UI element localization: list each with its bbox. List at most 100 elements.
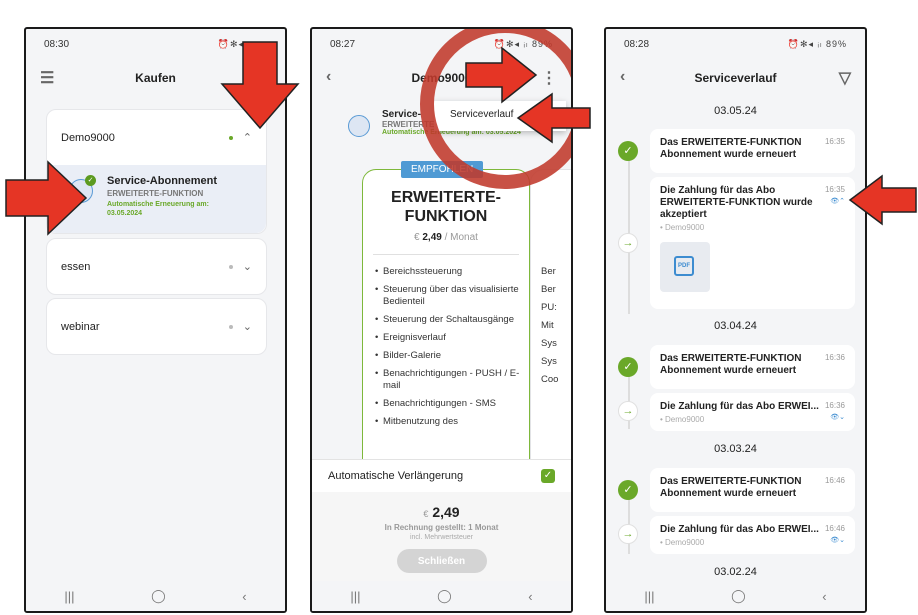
entry-time: 16:35	[824, 185, 845, 194]
plan-card[interactable]: EMPFOHLEN ERWEITERTE-FUNKTION € 2,49 / M…	[362, 161, 530, 489]
back-icon[interactable]: ‹	[822, 589, 826, 604]
subscription-title: Service-Abonnement	[107, 175, 218, 187]
feature-item: Ereignisverlauf	[375, 332, 521, 344]
feature-item: Bereichssteuerung	[375, 266, 521, 278]
group-header[interactable]: essen ⌄	[47, 239, 266, 294]
recent-apps-icon[interactable]: |||	[64, 589, 74, 604]
history-entry-expanded[interactable]: Die Zahlung für das Abo ERWEITERTE-FUNKT…	[650, 177, 855, 309]
divider	[373, 254, 519, 255]
recent-apps-icon[interactable]: |||	[350, 589, 360, 604]
pdf-attachment[interactable]: PDF	[660, 242, 710, 292]
date-separator: 03.04.24	[714, 320, 757, 332]
history-entry[interactable]: Das ERWEITERTE-FUNKTION Abonnement wurde…	[650, 345, 855, 389]
feature-item: Benachrichtigungen - PUSH / E-mail	[375, 368, 521, 392]
entry-text: Das ERWEITERTE-FUNKTION Abonnement wurde…	[660, 353, 802, 376]
recommended-badge: EMPFOHLEN	[401, 161, 484, 178]
history-entry[interactable]: Die Zahlung für das Abo ERWEI... 16:36 👁…	[650, 393, 855, 431]
back-icon[interactable]: ‹	[242, 589, 246, 604]
feature-item: Steuerung über das visualisierte Bedient…	[375, 284, 521, 308]
feature-list-secondary: Ber Ber PU: Mit Sys Sys Coo	[541, 266, 558, 392]
history-entry[interactable]: Die Zahlung für das Abo ERWEI... 16:46 👁…	[650, 516, 855, 554]
check-icon: ✓	[618, 141, 638, 161]
group-name: Demo9000	[61, 131, 115, 144]
layers-icon	[348, 115, 370, 137]
chevron-down-icon[interactable]: ⌄	[243, 321, 252, 333]
status-icons: ⏰✻◂ ᵢₗ 89%	[787, 38, 847, 49]
close-button[interactable]: Schließen	[396, 549, 487, 573]
more-options-icon[interactable]: ⋮	[541, 68, 557, 88]
eye-icon[interactable]: 👁⌄	[830, 536, 845, 544]
status-time: 08:30	[44, 38, 70, 50]
back-arrow-icon[interactable]: ‹	[326, 68, 331, 86]
history-entry[interactable]: Das ERWEITERTE-FUNKTION Abonnement wurde…	[650, 468, 855, 512]
app-bar: ‹ Demo9000 ⋮	[312, 59, 571, 97]
entry-time: 16:35	[824, 137, 845, 146]
date-separator: 03.05.24	[714, 105, 757, 117]
system-nav-bar: ||| ◯ ‹	[606, 581, 865, 611]
page-title: Demo9000	[411, 71, 472, 85]
home-icon[interactable]: ◯	[151, 588, 166, 604]
date-separator: 03.03.24	[714, 443, 757, 455]
overflow-menu: Serviceverlauf	[434, 101, 566, 131]
status-dot	[228, 265, 233, 270]
eye-icon[interactable]: 👁⌄	[830, 413, 845, 421]
date-separator: 03.02.24	[714, 566, 757, 578]
group-header[interactable]: Demo9000 ⌃	[47, 110, 266, 165]
feature-item: PU:	[541, 302, 557, 313]
auto-renew-checkbox[interactable]: ✓	[541, 469, 555, 483]
entry-text: Die Zahlung für das Abo ERWEITERTE-FUNKT…	[660, 185, 813, 220]
feature-item: Coo	[541, 374, 559, 385]
arrow-right-icon: →	[618, 401, 638, 421]
entry-text: Das ERWEITERTE-FUNKTION Abonnement wurde…	[660, 137, 802, 160]
status-icons: ⏰✻◂◃ ▴ ᵢₗ	[217, 38, 267, 49]
chevron-down-icon[interactable]: ⌄	[243, 261, 252, 273]
tax-note: incl. Mehrwertsteuer	[409, 534, 474, 541]
entry-text: Die Zahlung für das Abo ERWEI...	[660, 401, 819, 412]
feature-item: Sys	[541, 338, 557, 349]
status-dot	[228, 136, 233, 141]
menu-item-serviceverlauf[interactable]: Serviceverlauf	[450, 109, 513, 120]
phone-screen-plan: 08:27 ⏰✻◂ ᵢₗ 89% ‹ Demo9000 ⋮ Service- E…	[310, 27, 573, 613]
plan-card-secondary[interactable]: Ber Ber PU: Mit Sys Sys Coo	[530, 169, 571, 489]
auto-renew-label: Automatische Verlängerung	[328, 470, 464, 482]
feature-item: Mit	[541, 320, 554, 331]
status-time: 08:28	[624, 38, 650, 50]
system-nav-bar: ||| ◯ ‹	[312, 581, 571, 611]
phone-screen-serviceverlauf: 08:28 ⏰✻◂ ᵢₗ 89% ‹ Serviceverlauf ▽ 03.0…	[604, 27, 867, 613]
status-bar: 08:27 ⏰✻◂ ᵢₗ 89%	[312, 29, 571, 59]
feature-item: Steuerung der Schaltausgänge	[375, 314, 521, 326]
group-header[interactable]: webinar ⌄	[47, 299, 266, 354]
plan-price: € 2,49 / Monat	[414, 232, 478, 243]
sheet-price: € 2,49	[423, 504, 460, 520]
group-name: essen	[61, 260, 91, 273]
status-bar: 08:30 ⏰✻◂◃ ▴ ᵢₗ	[26, 29, 285, 59]
filter-icon[interactable]: ▽	[839, 68, 851, 88]
recent-apps-icon[interactable]: |||	[644, 589, 654, 604]
history-entry[interactable]: Das ERWEITERTE-FUNKTION Abonnement wurde…	[650, 129, 855, 173]
auto-renew-row[interactable]: Automatische Verlängerung ✓	[312, 460, 571, 492]
feature-item: Ber	[541, 284, 556, 295]
phone-screen-kaufen: 08:30 ⏰✻◂◃ ▴ ᵢₗ ☰ Kaufen Demo9000 ⌃ ✓ Se…	[24, 27, 287, 613]
entry-device: • Demo9000	[660, 538, 705, 547]
eye-icon[interactable]: 👁⌃	[830, 197, 845, 205]
entry-time: 16:46	[824, 476, 845, 485]
check-icon: ✓	[85, 175, 96, 186]
arrow-right-icon: →	[618, 524, 638, 544]
menu-icon[interactable]: ☰	[40, 68, 54, 88]
arrow-right-icon: →	[618, 233, 638, 253]
home-icon[interactable]: ◯	[731, 588, 746, 604]
feature-list: Bereichssteuerung Steuerung über das vis…	[375, 266, 521, 434]
entry-text: Die Zahlung für das Abo ERWEI...	[660, 524, 819, 535]
status-icons: ⏰✻◂ ᵢₗ 89%	[493, 38, 553, 49]
feature-item: Mitbenutzung des	[375, 416, 521, 428]
chevron-up-icon[interactable]: ⌃	[243, 132, 252, 144]
group-card-demo9000: Demo9000 ⌃ ✓ Service-Abonnement ERWEITER…	[46, 109, 267, 234]
status-dot	[228, 325, 233, 330]
group-card-webinar[interactable]: webinar ⌄	[46, 298, 267, 355]
group-card-essen[interactable]: essen ⌄	[46, 238, 267, 295]
home-icon[interactable]: ◯	[437, 588, 452, 604]
back-arrow-icon[interactable]: ‹	[620, 68, 625, 86]
back-icon[interactable]: ‹	[528, 589, 532, 604]
subscription-item[interactable]: ✓ Service-Abonnement ERWEITERTE-FUNKTION…	[47, 165, 266, 233]
system-nav-bar: ||| ◯ ‹	[26, 581, 285, 611]
